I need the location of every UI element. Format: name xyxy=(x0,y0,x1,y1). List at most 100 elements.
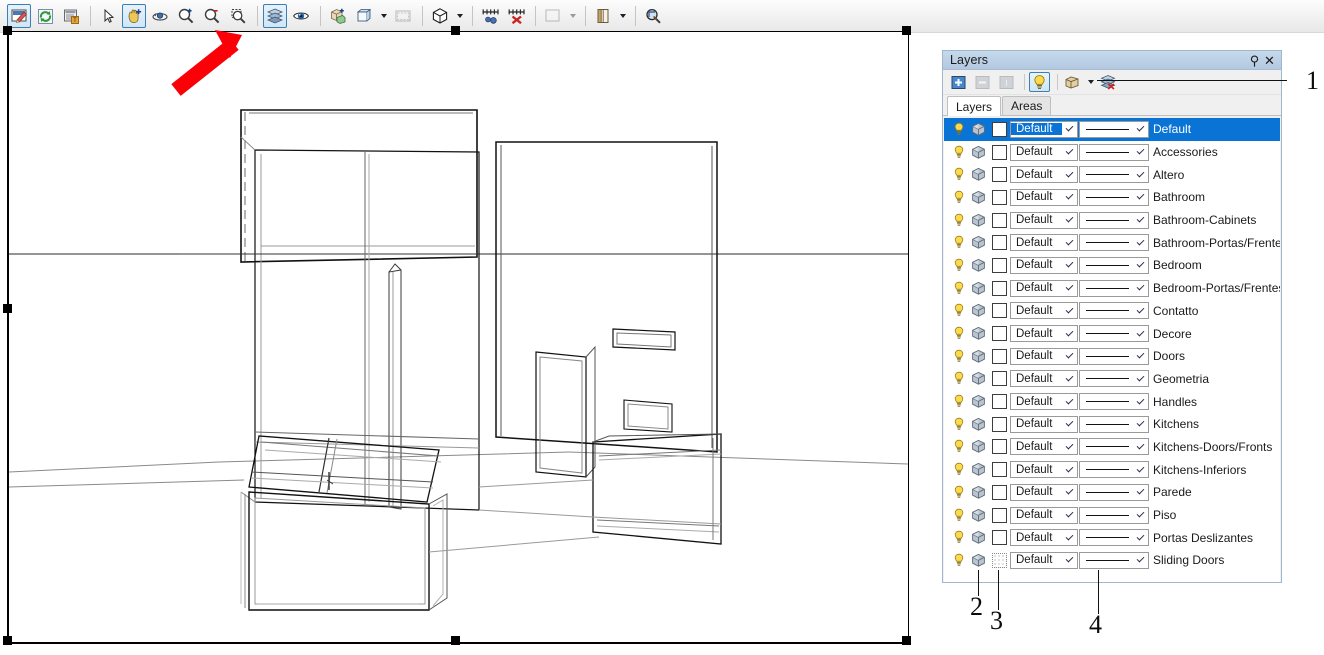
color-swatch[interactable] xyxy=(991,212,1007,228)
color-swatch[interactable] xyxy=(991,371,1007,387)
chevron-down-icon[interactable] xyxy=(1133,237,1148,246)
color-swatch[interactable] xyxy=(991,484,1007,500)
layers-button[interactable] xyxy=(263,4,287,28)
layer-row[interactable]: Default Bedroom xyxy=(944,254,1280,277)
layer-row[interactable]: Default Contatto xyxy=(944,299,1280,323)
layer-print-style-select[interactable]: Default xyxy=(1010,302,1078,320)
materials-button[interactable] xyxy=(591,4,615,28)
layer-color-swatch-cell[interactable] xyxy=(988,394,1010,410)
chevron-down-icon[interactable] xyxy=(1062,396,1077,405)
chevron-down-icon[interactable] xyxy=(1062,328,1077,337)
color-swatch[interactable] xyxy=(991,462,1007,478)
chevron-down-icon[interactable] xyxy=(1133,146,1148,155)
close-icon[interactable]: ✕ xyxy=(1262,53,1277,68)
layer-print-style-select[interactable]: Default xyxy=(1010,143,1078,161)
layer-line-type-select[interactable] xyxy=(1079,393,1149,411)
layer-visibility-toggle[interactable] xyxy=(950,530,968,545)
view-3d-dropdown-arrow[interactable] xyxy=(454,4,465,28)
delete-dimension-button[interactable] xyxy=(504,4,528,28)
color-swatch[interactable] xyxy=(991,167,1007,183)
layer-line-type-select[interactable] xyxy=(1079,279,1149,297)
layer-name[interactable]: Doors xyxy=(1150,349,1185,363)
chevron-down-icon[interactable] xyxy=(1133,192,1148,200)
color-swatch[interactable] xyxy=(991,416,1007,432)
color-swatch[interactable] xyxy=(991,121,1007,137)
refresh-button[interactable] xyxy=(33,4,57,28)
layer-snap-toggle[interactable] xyxy=(968,553,988,568)
layer-print-style-select[interactable]: Default xyxy=(1010,438,1078,456)
layer-snap-toggle[interactable] xyxy=(968,508,988,523)
layer-name[interactable]: Altero xyxy=(1150,168,1184,182)
layer-color-swatch-cell[interactable] xyxy=(988,326,1010,342)
color-swatch[interactable] xyxy=(991,303,1007,319)
zoom-selected-button[interactable] xyxy=(641,4,665,28)
chevron-down-icon[interactable] xyxy=(1062,509,1077,518)
layer-snap-toggle[interactable] xyxy=(968,213,988,228)
orbit-button[interactable] xyxy=(148,4,172,28)
layer-snap-toggle[interactable] xyxy=(968,417,988,432)
selection-handle[interactable] xyxy=(902,636,911,645)
layer-line-type-select[interactable] xyxy=(1079,370,1149,388)
layer-name[interactable]: Bathroom-Portas/Frentes xyxy=(1150,236,1280,250)
layer-visibility-toggle[interactable] xyxy=(950,553,968,568)
chevron-down-icon[interactable] xyxy=(1062,373,1077,382)
layer-line-type-select[interactable] xyxy=(1079,347,1149,365)
layer-row[interactable]: Default Handles xyxy=(944,390,1280,413)
layer-visibility-toggle[interactable] xyxy=(950,213,968,228)
layer-visibility-toggle[interactable] xyxy=(950,508,968,523)
color-swatch[interactable] xyxy=(991,439,1007,455)
layer-name[interactable]: Bathroom xyxy=(1150,190,1205,204)
layer-name[interactable]: Handles xyxy=(1150,395,1197,409)
layer-line-type-select[interactable] xyxy=(1079,166,1149,184)
layer-name[interactable]: Kitchens-Doors/Fronts xyxy=(1150,440,1272,454)
chevron-down-icon[interactable] xyxy=(1062,441,1077,450)
layer-visibility-toggle[interactable] xyxy=(950,303,968,318)
layer-name[interactable]: Accessories xyxy=(1150,145,1218,159)
tab-layers[interactable]: Layers xyxy=(947,96,1002,116)
layer-color-swatch-cell[interactable] xyxy=(988,235,1010,251)
layer-line-type-select[interactable] xyxy=(1079,415,1149,433)
layer-row[interactable]: Default Portas Deslizantes xyxy=(944,526,1280,550)
chevron-down-icon[interactable] xyxy=(1133,305,1148,314)
layer-print-style-select[interactable]: Default xyxy=(1010,279,1078,297)
layer-line-type-select[interactable] xyxy=(1079,461,1149,479)
layer-name[interactable]: Bathroom-Cabinets xyxy=(1150,213,1256,227)
layer-snap-toggle[interactable] xyxy=(968,281,988,296)
layer-name[interactable]: Kitchens xyxy=(1150,417,1199,431)
chevron-down-icon[interactable] xyxy=(1133,555,1148,563)
layer-color-swatch-cell[interactable] xyxy=(988,144,1010,160)
selection-handle[interactable] xyxy=(3,304,12,313)
layer-color-swatch-cell[interactable] xyxy=(988,462,1010,478)
selection-handle[interactable] xyxy=(451,636,460,645)
layer-snap-toggle[interactable] xyxy=(968,167,988,182)
layer-row[interactable]: Default Bedroom-Portas/Frentes xyxy=(944,276,1280,300)
selection-handle[interactable] xyxy=(902,26,911,35)
pan-button[interactable] xyxy=(122,4,146,28)
layer-print-style-select[interactable]: Default xyxy=(1010,325,1078,343)
layer-row[interactable]: Default Kitchens-Inferiors xyxy=(944,458,1280,481)
chevron-down-icon[interactable] xyxy=(1062,260,1077,268)
layer-color-swatch-cell[interactable] xyxy=(988,439,1010,455)
layer-print-style-select[interactable]: Default xyxy=(1010,256,1078,274)
layer-name[interactable]: Bedroom-Portas/Frentes xyxy=(1150,281,1280,295)
chevron-down-icon[interactable] xyxy=(1062,214,1077,223)
chevron-down-icon[interactable] xyxy=(1133,487,1148,495)
chevron-down-icon[interactable] xyxy=(1062,418,1077,427)
layer-snap-toggle[interactable] xyxy=(968,190,988,205)
layer-row[interactable]: Default Doors xyxy=(944,344,1280,368)
selection-handle[interactable] xyxy=(3,26,12,35)
chevron-down-icon[interactable] xyxy=(1062,487,1077,495)
chevron-down-icon[interactable] xyxy=(1133,441,1148,450)
layer-line-type-select[interactable] xyxy=(1079,551,1149,569)
layer-visibility-toggle[interactable] xyxy=(950,394,968,409)
layer-name[interactable]: Sliding Doors xyxy=(1150,553,1224,567)
layer-color-swatch-cell[interactable] xyxy=(988,303,1010,319)
chevron-down-icon[interactable] xyxy=(1133,260,1148,268)
layer-print-style-select[interactable]: Default xyxy=(1010,483,1078,501)
color-swatch[interactable] xyxy=(991,144,1007,160)
chevron-down-icon[interactable] xyxy=(1062,192,1077,200)
color-swatch[interactable] xyxy=(991,348,1007,364)
delete-unused-layers-button[interactable] xyxy=(1098,72,1119,92)
layer-line-type-select[interactable] xyxy=(1079,234,1149,252)
layer-line-type-select[interactable] xyxy=(1079,438,1149,456)
